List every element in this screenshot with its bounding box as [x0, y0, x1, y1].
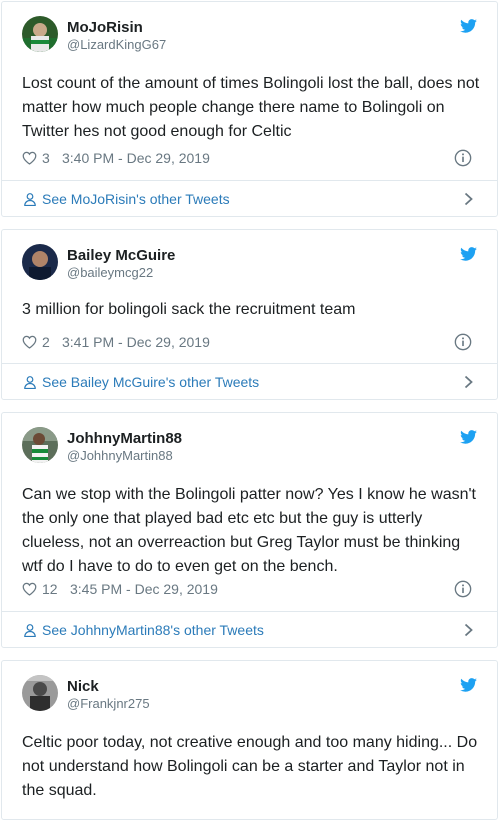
tweet-card: MoJoRisin @LizardKingG67 Lost count of t…: [1, 1, 498, 217]
display-name[interactable]: Nick: [67, 678, 99, 695]
chevron-right-icon[interactable]: [464, 623, 473, 637]
tweet-meta: 3 3:40 PM - Dec 29, 2019: [22, 149, 477, 169]
info-icon[interactable]: [454, 580, 472, 598]
tweet-card: Bailey McGuire @baileymcg22 3 million fo…: [1, 229, 498, 400]
avatar[interactable]: [22, 427, 58, 463]
see-more-row[interactable]: See MoJoRisin's other Tweets: [22, 181, 477, 217]
heart-icon[interactable]: [22, 335, 37, 349]
heart-icon[interactable]: [22, 582, 37, 596]
like-count: 12: [42, 581, 58, 597]
user-icon: [24, 624, 36, 637]
tweet-text: 3 million for bolingoli sack the recruit…: [22, 301, 356, 318]
avatar[interactable]: [22, 16, 58, 52]
see-other-tweets-link[interactable]: See JohhnyMartin88's other Tweets: [42, 622, 264, 638]
see-more-row[interactable]: See Bailey McGuire's other Tweets: [22, 364, 477, 400]
chevron-right-icon[interactable]: [464, 375, 473, 389]
display-name[interactable]: Bailey McGuire: [67, 247, 175, 264]
user-handle[interactable]: @Frankjnr275: [67, 696, 150, 711]
user-handle[interactable]: @baileymcg22: [67, 265, 153, 280]
avatar[interactable]: [22, 675, 58, 711]
user-handle[interactable]: @JohhnyMartin88: [67, 448, 173, 463]
twitter-bird-icon[interactable]: [460, 678, 477, 692]
info-icon[interactable]: [454, 149, 472, 167]
avatar[interactable]: [22, 244, 58, 280]
see-other-tweets-link[interactable]: See MoJoRisin's other Tweets: [42, 191, 230, 207]
display-name[interactable]: JohhnyMartin88: [67, 430, 182, 447]
user-icon: [24, 193, 36, 206]
tweet-header: MoJoRisin @LizardKingG67: [22, 16, 477, 56]
twitter-bird-icon[interactable]: [460, 430, 477, 444]
user-icon: [24, 376, 36, 389]
tweet-timestamp[interactable]: 3:40 PM - Dec 29, 2019: [62, 150, 210, 166]
tweet-header: Nick @Frankjnr275: [22, 675, 477, 715]
tweet-meta: 2 3:41 PM - Dec 29, 2019: [22, 333, 477, 353]
info-icon[interactable]: [454, 333, 472, 351]
tweet-timestamp[interactable]: 3:45 PM - Dec 29, 2019: [70, 581, 218, 597]
see-other-tweets-link[interactable]: See Bailey McGuire's other Tweets: [42, 374, 259, 390]
user-handle[interactable]: @LizardKingG67: [67, 37, 166, 52]
like-count: 3: [42, 150, 50, 166]
see-more-row[interactable]: See JohhnyMartin88's other Tweets: [22, 612, 477, 648]
tweet-timestamp[interactable]: 3:41 PM - Dec 29, 2019: [62, 334, 210, 350]
chevron-right-icon[interactable]: [464, 192, 473, 206]
tweet-text: Celtic poor today, not creative enough a…: [22, 734, 478, 799]
tweet-meta: 12 3:45 PM - Dec 29, 2019: [22, 580, 477, 600]
tweet-header: JohhnyMartin88 @JohhnyMartin88: [22, 427, 477, 467]
tweet-card: JohhnyMartin88 @JohhnyMartin88 Can we st…: [1, 412, 498, 648]
twitter-bird-icon[interactable]: [460, 19, 477, 33]
tweet-text: Lost count of the amount of times Boling…: [22, 75, 480, 140]
heart-icon[interactable]: [22, 151, 37, 165]
like-count: 2: [42, 334, 50, 350]
display-name[interactable]: MoJoRisin: [67, 19, 143, 36]
tweet-card: Nick @Frankjnr275 Celtic poor today, not…: [1, 660, 498, 820]
tweet-text: Can we stop with the Bolingoli patter no…: [22, 486, 476, 575]
twitter-bird-icon[interactable]: [460, 247, 477, 261]
tweet-feed: MoJoRisin @LizardKingG67 Lost count of t…: [0, 0, 500, 820]
tweet-header: Bailey McGuire @baileymcg22: [22, 244, 477, 284]
